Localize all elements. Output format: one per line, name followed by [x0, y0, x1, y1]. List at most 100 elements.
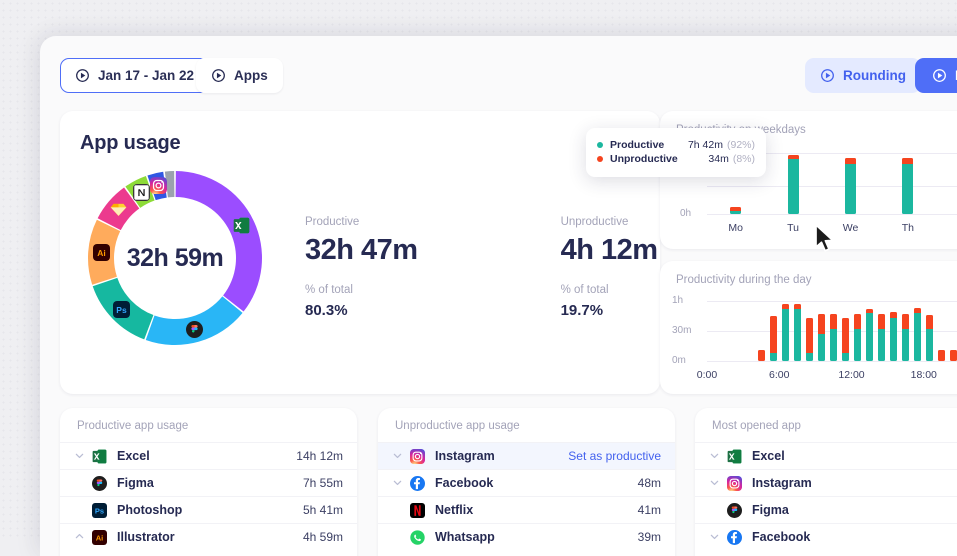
- bar-segment-productive: [787, 159, 799, 214]
- list-item[interactable]: Instagram Set as productive: [378, 442, 675, 469]
- unproductive-stat: Unproductive 4h 12m % of total 19.7%: [561, 216, 658, 319]
- row-chevron[interactable]: [392, 477, 404, 490]
- app-name: Instagram: [435, 449, 495, 463]
- export-button[interactable]: Exp: [915, 58, 957, 93]
- gridline: [707, 301, 957, 302]
- day-bar-1900[interactable]: [938, 350, 946, 361]
- bar-segment-unproductive: [769, 316, 777, 353]
- bar-segment-productive: [854, 329, 862, 361]
- day-bar-800[interactable]: [805, 318, 813, 361]
- day-bar-600[interactable]: [781, 304, 789, 361]
- day-bar-1200[interactable]: [854, 314, 862, 361]
- list-item[interactable]: Ps Photoshop 5h 41m: [60, 496, 357, 523]
- bar-segment-unproductive: [950, 350, 957, 361]
- list-item[interactable]: Facebook: [695, 523, 957, 550]
- svg-text:Ps: Ps: [117, 305, 128, 315]
- row-chevron[interactable]: [709, 477, 721, 490]
- day-bar-1600[interactable]: [902, 314, 910, 361]
- day-bar-2000[interactable]: [950, 350, 957, 361]
- chevron-down-icon[interactable]: [392, 450, 403, 461]
- apps-button[interactable]: Apps: [196, 58, 283, 93]
- day-bar-500[interactable]: [769, 316, 777, 361]
- day-bar-1500[interactable]: [890, 312, 898, 361]
- app-name: Excel: [752, 449, 785, 463]
- day-bar-1300[interactable]: [866, 309, 874, 361]
- day-bar-1800[interactable]: [926, 315, 934, 361]
- y-axis-tick: 0h: [680, 208, 692, 219]
- tooltip-productive-label: Productive: [610, 139, 665, 151]
- bar-segment-productive: [793, 309, 801, 361]
- row-chevron[interactable]: [709, 531, 721, 544]
- rounding-button[interactable]: Rounding: [805, 58, 921, 93]
- facebook-icon: [727, 529, 742, 545]
- list-item[interactable]: Excel: [695, 442, 957, 469]
- productive-stat: Productive 32h 47m % of total 80.3%: [305, 216, 418, 319]
- app-name: Instagram: [752, 476, 812, 490]
- list-item[interactable]: Figma: [695, 496, 957, 523]
- list-item[interactable]: Excel 14h 12m: [60, 442, 357, 469]
- row-chevron[interactable]: [392, 450, 404, 463]
- weekday-bar-mo[interactable]: [730, 206, 742, 214]
- donut-badge-excel-icon: [233, 217, 250, 234]
- date-range-button[interactable]: Jan 17 - Jan 22: [60, 58, 210, 93]
- toolbar: Jan 17 - Jan 22 Apps Rounding Exp: [40, 36, 957, 114]
- row-chevron[interactable]: [74, 450, 86, 463]
- unproductive-stat-value: 4h 12m: [560, 234, 658, 266]
- x-axis-tick: Th: [901, 222, 915, 234]
- tooltip-productive-value: 7h 42m: [687, 139, 723, 151]
- export-icon: [933, 69, 946, 82]
- day-bar-1400[interactable]: [878, 314, 886, 361]
- app-usage-value: 48m: [637, 476, 661, 490]
- productive-apps-card: Productive app usage Excel 14h 12m Figma 7h…: [60, 408, 357, 556]
- day-bar-1100[interactable]: [841, 318, 849, 361]
- chevron-down-icon[interactable]: [74, 450, 85, 461]
- chevron-down-icon[interactable]: [709, 531, 720, 542]
- day-bar-700[interactable]: [793, 304, 801, 361]
- list-item[interactable]: Whatsapp 39m: [378, 523, 675, 550]
- bar-segment-productive: [841, 353, 849, 361]
- donut-badge-sketch-icon: [110, 201, 127, 218]
- day-bar-1000[interactable]: [829, 314, 837, 361]
- day-bar-1700[interactable]: [914, 308, 922, 361]
- bar-segment-productive: [781, 309, 789, 361]
- instagram-icon: [727, 475, 742, 491]
- day-bar-900[interactable]: [817, 314, 825, 361]
- list-item[interactable]: Figma 7h 55m: [60, 469, 357, 496]
- productive-stat-pct: 80.3%: [305, 302, 348, 319]
- y-axis-tick: 30m: [672, 325, 692, 336]
- day-chart[interactable]: 1h30m0m0:006:0012:0018:0024:00: [660, 289, 957, 394]
- whatsapp-icon: [410, 529, 425, 545]
- bar-segment-productive: [829, 329, 837, 361]
- chevron-down-icon[interactable]: [709, 450, 720, 461]
- chevron-down-icon[interactable]: [709, 477, 720, 488]
- chevron-down-icon[interactable]: [392, 477, 403, 488]
- weekday-bar-we[interactable]: [845, 157, 856, 214]
- app-name: Figma: [117, 476, 154, 490]
- list-item[interactable]: Instagram: [695, 469, 957, 496]
- list-item[interactable]: Ai Illustrator 4h 59m: [60, 523, 357, 550]
- app-usage-value: 7h 55m: [302, 476, 343, 490]
- row-chevron[interactable]: [709, 450, 721, 463]
- tooltip-row-unproductive: Unproductive 34m (8%): [597, 153, 755, 165]
- weekday-bar-th[interactable]: [902, 157, 914, 214]
- list-item[interactable]: Facebook 48m: [378, 469, 675, 496]
- x-axis-tick: 6:00: [769, 369, 790, 381]
- set-as-productive-link[interactable]: Set as productive: [568, 449, 661, 463]
- bar-segment-unproductive: [805, 318, 813, 353]
- donut-badge-photoshop-icon: Ps: [113, 301, 131, 318]
- list-item[interactable]: Netflix 41m: [378, 496, 675, 523]
- most-opened-apps-card: Most opened app Excel Instagram Figma Faceb…: [695, 408, 957, 556]
- x-axis-tick: 18:00: [910, 369, 937, 381]
- app-name: Whatsapp: [435, 530, 495, 544]
- app-name: Illustrator: [117, 530, 175, 544]
- donut-badge-notion-icon: [132, 183, 150, 201]
- day-bar-400[interactable]: [757, 350, 765, 361]
- weekday-bar-tu[interactable]: [787, 155, 799, 214]
- bar-segment-productive: [817, 334, 825, 361]
- illustrator-icon: Ai: [92, 529, 107, 545]
- chevron-up-icon[interactable]: [74, 531, 85, 542]
- x-axis-tick: 12:00: [838, 369, 865, 381]
- row-chevron[interactable]: [74, 531, 86, 544]
- productive-stat-sublabel: % of total: [305, 284, 353, 296]
- unproductive-stat-label: Unproductive: [560, 216, 629, 228]
